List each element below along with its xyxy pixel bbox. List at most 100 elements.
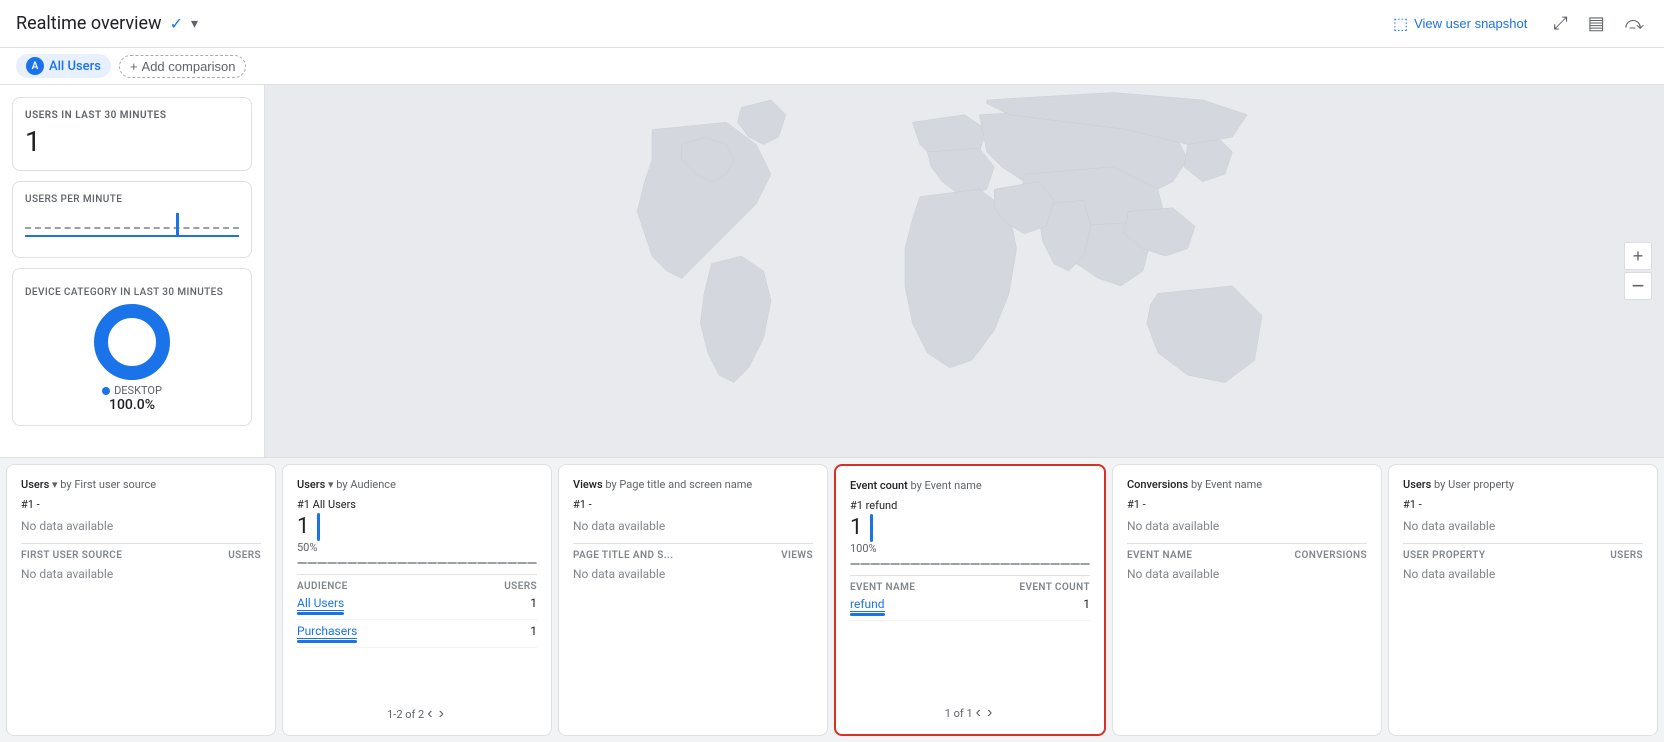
card-views-page-title: Views by Page title and screen name #1 -… bbox=[558, 464, 828, 736]
prev-page-button[interactable]: ‹ bbox=[424, 705, 435, 723]
card-no-data-body-user-property: No data available bbox=[1403, 561, 1643, 587]
card-dashed-line-audience bbox=[297, 562, 537, 564]
page-info: 1-2 of 2 bbox=[387, 708, 424, 721]
card-rank-views-page-title: #1 - bbox=[573, 498, 813, 511]
device-label: DEVICE CATEGORY IN LAST 30 MINUTES bbox=[25, 287, 239, 298]
header-left: Realtime overview ✓ ▾ bbox=[16, 13, 198, 34]
row-bar-bg bbox=[297, 640, 357, 643]
card-footer-event-count: 1 of 1 ‹ › bbox=[850, 704, 1090, 722]
row-name: refund bbox=[850, 597, 885, 616]
card-pct-audience: 50% bbox=[297, 541, 537, 554]
users-per-min-label: USERS PER MINUTE bbox=[25, 194, 239, 205]
world-map-svg bbox=[265, 85, 1664, 457]
prev-page-button[interactable]: ‹ bbox=[973, 704, 984, 722]
card-col-headers-views-page-title: PAGE TITLE AND S... VIEWS bbox=[573, 543, 813, 561]
card-col-headers-first-user-source: FIRST USER SOURCE USERS bbox=[21, 543, 261, 561]
card-col-headers-event-count: EVENT NAME EVENT COUNT bbox=[850, 575, 1090, 593]
zoom-out-button[interactable]: − bbox=[1624, 272, 1652, 300]
app-layout: Realtime overview ✓ ▾ ⬚ View user snapsh… bbox=[0, 0, 1664, 742]
card-bar-spike-audience bbox=[317, 513, 320, 541]
all-users-badge[interactable]: A All Users bbox=[16, 54, 111, 78]
card-conversions: Conversions by Event name #1 - No data av… bbox=[1112, 464, 1382, 736]
view-snapshot-button[interactable]: ⬚ View user snapshot bbox=[1383, 8, 1537, 40]
card-big-num-audience: 1 bbox=[297, 514, 309, 539]
zoom-controls: + − bbox=[1624, 242, 1652, 300]
card-big-num-event-count: 1 bbox=[850, 515, 862, 540]
card-no-data-top-views-page-title: No data available bbox=[573, 513, 813, 539]
next-page-button[interactable]: › bbox=[984, 704, 995, 722]
donut-ring bbox=[94, 304, 170, 380]
col2-header: VIEWS bbox=[781, 550, 813, 561]
col2-header: USERS bbox=[1610, 550, 1643, 561]
card-no-data-top-conversions: No data available bbox=[1127, 513, 1367, 539]
chart-icon-button[interactable]: ▤ bbox=[1584, 9, 1609, 38]
verified-icon: ✓ bbox=[170, 14, 183, 33]
card-title-views-page-title: Views by Page title and screen name bbox=[573, 477, 813, 492]
card-footer-audience: 1-2 of 2 ‹ › bbox=[297, 705, 537, 723]
device-category-card: DEVICE CATEGORY IN LAST 30 MINUTES DESKT… bbox=[12, 268, 252, 426]
row-name: All Users bbox=[297, 596, 344, 615]
card-rank-event-count: #1 refund bbox=[850, 499, 1090, 512]
card-first-user-source: Users ▾ by First user source #1 - No data… bbox=[6, 464, 276, 736]
card-col-headers-audience: AUDIENCE USERS bbox=[297, 574, 537, 592]
mini-line-chart bbox=[25, 209, 239, 237]
row-bar-bg bbox=[850, 613, 885, 616]
card-title-first-user-source: Users ▾ by First user source bbox=[21, 477, 261, 492]
page-title: Realtime overview bbox=[16, 13, 162, 34]
header: Realtime overview ✓ ▾ ⬚ View user snapsh… bbox=[0, 0, 1664, 48]
card-title-user-property: Users by User property bbox=[1403, 477, 1643, 492]
col2-header: CONVERSIONS bbox=[1295, 550, 1367, 561]
card-col-headers-conversions: EVENT NAME CONVERSIONS bbox=[1127, 543, 1367, 561]
card-event-count: Event count by Event name #1 refund 1 10… bbox=[834, 464, 1106, 736]
card-rank-user-property: #1 - bbox=[1403, 498, 1643, 511]
legend-row: DESKTOP bbox=[25, 384, 239, 397]
users-30min-card: USERS IN LAST 30 MINUTES 1 bbox=[12, 97, 252, 171]
header-dropdown-button[interactable]: ▾ bbox=[191, 15, 198, 32]
col1-header: PAGE TITLE AND S... bbox=[573, 550, 673, 561]
col1-header: USER PROPERTY bbox=[1403, 550, 1485, 561]
zoom-in-button[interactable]: + bbox=[1624, 242, 1652, 270]
card-pct-event-count: 100% bbox=[850, 542, 1090, 555]
card-no-data-body-views-page-title: No data available bbox=[573, 561, 813, 587]
row-value: 1 bbox=[530, 596, 537, 610]
page-info: 1 of 1 bbox=[945, 707, 973, 720]
add-comparison-label: Add comparison bbox=[142, 59, 236, 74]
row-value: 1 bbox=[530, 624, 537, 638]
card-title-conversions: Conversions by Event name bbox=[1127, 477, 1367, 492]
card-rank-first-user-source: #1 - bbox=[21, 498, 261, 511]
col1-header: EVENT NAME bbox=[1127, 550, 1192, 561]
card-rank-conversions: #1 - bbox=[1127, 498, 1367, 511]
expand-icon-button[interactable]: ⤢ bbox=[1549, 9, 1571, 38]
row-bar-fill bbox=[297, 640, 357, 643]
add-comparison-button[interactable]: + Add comparison bbox=[119, 55, 247, 78]
map-container: + − bbox=[265, 85, 1664, 457]
desktop-label: DESKTOP bbox=[114, 384, 162, 397]
row-bar-bg bbox=[297, 612, 344, 615]
card-no-data-top-user-property: No data available bbox=[1403, 513, 1643, 539]
middle-section: USERS IN LAST 30 MINUTES 1 USERS PER MIN… bbox=[0, 85, 1664, 457]
card-no-data-body-first-user-source: No data available bbox=[21, 561, 261, 587]
next-page-button[interactable]: › bbox=[436, 705, 447, 723]
card-table-row: All Users 1 bbox=[297, 592, 537, 620]
left-stats-panel: USERS IN LAST 30 MINUTES 1 USERS PER MIN… bbox=[0, 85, 265, 457]
solid-line bbox=[25, 235, 239, 237]
col2-header: USERS bbox=[504, 581, 537, 592]
card-table-row: Purchasers 1 bbox=[297, 620, 537, 648]
card-table-row: refund 1 bbox=[850, 593, 1090, 621]
donut-chart bbox=[25, 304, 239, 380]
col1-header: FIRST USER SOURCE bbox=[21, 550, 122, 561]
all-users-label: All Users bbox=[49, 59, 101, 74]
view-snapshot-label: View user snapshot bbox=[1414, 16, 1527, 31]
card-col-headers-user-property: USER PROPERTY USERS bbox=[1403, 543, 1643, 561]
card-title-event-count: Event count by Event name bbox=[850, 478, 1090, 493]
share-icon-button[interactable]: ⤼ bbox=[1621, 9, 1648, 38]
card-dashed-line-event-count bbox=[850, 563, 1090, 565]
users-30min-value: 1 bbox=[25, 125, 239, 158]
snapshot-icon: ⬚ bbox=[1393, 14, 1408, 34]
bottom-cards-row: Users ▾ by First user source #1 - No data… bbox=[0, 457, 1664, 742]
row-bar-fill bbox=[850, 613, 885, 616]
card-no-data-body-conversions: No data available bbox=[1127, 561, 1367, 587]
desktop-pct: 100.0% bbox=[25, 397, 239, 413]
add-icon: + bbox=[130, 59, 138, 74]
dashed-line bbox=[25, 227, 239, 229]
